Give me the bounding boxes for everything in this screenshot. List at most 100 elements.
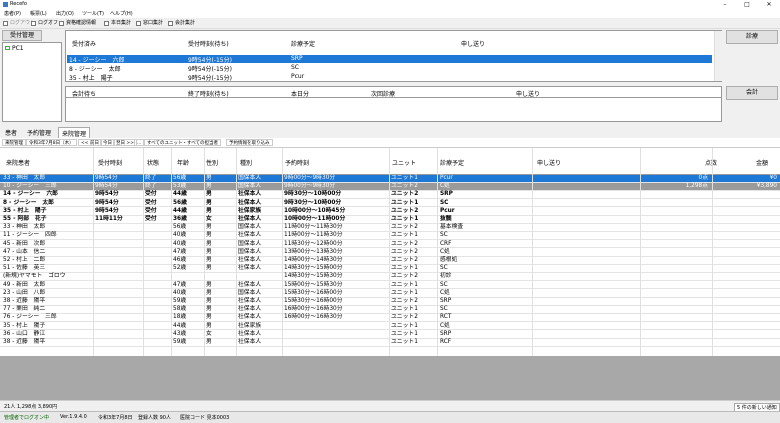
menu-forms[interactable]: 帳票(L) bbox=[30, 10, 47, 17]
cell-patient: 38 - 近藤 陽平 bbox=[3, 339, 46, 345]
table-row[interactable]: (新規)ヤマモト ゴロウ 14時30分～15時30分 ユニット2 初診 bbox=[0, 273, 780, 282]
nav-prev-day[interactable]: << 前日 bbox=[78, 139, 102, 146]
cell-insurance: 国保本人 bbox=[238, 175, 262, 181]
table-row[interactable]: 49 - 新田 太郎 47歳 男 社保本人 15時00分～15時30分 ユニット1 SC bbox=[0, 282, 780, 290]
table-row[interactable]: 51 - 佐藤 英三 52歳 男 社保本人 14時30分～15時00分 ユニット1 SC bbox=[0, 265, 780, 273]
col-notes[interactable]: 申し送り bbox=[537, 158, 561, 167]
accounting-total-button[interactable]: 会計集計 bbox=[167, 19, 195, 28]
cell-sex: 男 bbox=[206, 199, 212, 206]
cell-unit: ユニット1 bbox=[391, 232, 418, 239]
cell-plan: SC bbox=[440, 232, 448, 239]
cell-age: 18歳 bbox=[173, 314, 187, 321]
upper-row[interactable]: 35 - 村上 陽子 9時54分(-15分) Pcur bbox=[67, 73, 712, 82]
table-row[interactable]: 38 - 近藤 陽平 59歳 男 社保本人 15時30分～16時00分 ユニット2 SRP bbox=[0, 298, 780, 306]
col-insurance[interactable]: 種別 bbox=[240, 158, 252, 167]
col-reception-time[interactable]: 受付時刻 bbox=[98, 158, 122, 167]
clinic-code: 医院コード 見本0003 bbox=[180, 415, 230, 421]
cell-amount: ¥3,890 bbox=[756, 183, 777, 190]
table-row[interactable]: 35 - 村上 陽子 9時54分 受付 44歳 男 社保家族 10時00分～10時45分 ユニ… bbox=[0, 208, 780, 216]
cell-patient: 36 - 山口 静江 bbox=[3, 330, 46, 337]
table-row[interactable]: 33 - 神田 太郎 9時54分 終了 56歳 男 国保本人 9時00分～9時30分 ユニット… bbox=[0, 175, 780, 183]
upper-scrollbar[interactable] bbox=[714, 31, 722, 81]
pc-item[interactable]: PC1 bbox=[5, 45, 24, 52]
close-button[interactable]: ✕ bbox=[758, 0, 780, 9]
accounting-button[interactable]: 会計 bbox=[726, 86, 778, 100]
cell-reception-time: 9時54分 bbox=[95, 207, 119, 214]
cell-plan: SC bbox=[440, 199, 449, 206]
table-row[interactable]: 10 - ジーシー 三郎 9時54分 終了 53歳 男 国保本人 9時00分～9時30分 ユニ… bbox=[0, 183, 780, 191]
cell-patient: 45 - 新田 次郎 bbox=[3, 240, 46, 247]
upper-row[interactable]: 8 - ジーシー 太郎 9時54分(-15分) SC bbox=[67, 64, 712, 73]
tab-appointments[interactable]: 予約管理 bbox=[24, 127, 54, 138]
table-row[interactable]: 45 - 新田 次郎 40歳 男 国保本人 11時30分～12時00分 ユニット2 CRF bbox=[0, 241, 780, 249]
nav-date[interactable]: 令和3年7月8日（木） bbox=[26, 139, 77, 146]
table-row[interactable]: 76 - ジーシー 三郎 18歳 男 社保本人 16時00分～16時30分 ユニット2 RC… bbox=[0, 314, 780, 323]
cell-age: 56歳 bbox=[173, 224, 187, 231]
upper-row-selected[interactable]: 14 - ジーシー 六郎 9時54分(-15分) SRP bbox=[67, 55, 712, 64]
table-row[interactable]: 52 - 村上 二郎 46歳 男 社保本人 14時00分～14時30分 ユニット2 感根処 bbox=[0, 257, 780, 265]
cell-reception-time: 9時54分 bbox=[95, 199, 119, 206]
logoff-button[interactable]: ログオフ bbox=[30, 19, 58, 28]
cell-age: 56歳 bbox=[173, 175, 187, 181]
col-plan[interactable]: 診療予定 bbox=[440, 158, 464, 167]
cell-plan: Pcur bbox=[440, 175, 453, 181]
col-patient[interactable]: 来院患者 bbox=[6, 158, 30, 167]
cell-sex: 男 bbox=[206, 240, 212, 247]
counter-total-button[interactable]: 窓口集計 bbox=[135, 19, 163, 28]
table-row[interactable]: 77 - 栗田 純二 58歳 男 社保本人 16時00分～16時30分 ユニット1 SC bbox=[0, 306, 780, 314]
cell-unit: ユニット2 bbox=[391, 257, 418, 263]
col-points[interactable]: 点数 bbox=[705, 158, 717, 167]
menu-patient[interactable]: 患者(P) bbox=[4, 10, 21, 17]
unit-filter[interactable]: すべてのユニット・すべての担当者 bbox=[144, 139, 222, 146]
table-row[interactable]: 11 - ジーシー 四郎 40歳 男 社保本人 11時00分～11時30分 ユニット1 SC bbox=[0, 232, 780, 241]
eligibility-button[interactable]: 資格確認情報 bbox=[58, 19, 96, 28]
table-row[interactable]: 8 - ジーシー 太郎 9時54分 受付 56歳 男 社保本人 9時30分～10時00分 ユニ… bbox=[0, 200, 780, 208]
grid-column-divider bbox=[93, 148, 94, 356]
cell-age: 59歳 bbox=[173, 339, 187, 345]
table-row[interactable]: 35 - 村上 陽子 44歳 男 社保家族 ユニット1 C処 bbox=[0, 323, 780, 331]
cell-patient: 11 - ジーシー 四郎 bbox=[3, 232, 57, 239]
daily-total-button[interactable]: 本日集計 bbox=[103, 19, 131, 28]
col-amount[interactable]: 金額 bbox=[756, 158, 768, 167]
table-row[interactable]: 38 - 近藤 陽平 59歳 男 社保本人 ユニット1 RCF bbox=[0, 339, 780, 347]
cell-appointment: 10時00分～11時00分 bbox=[284, 216, 346, 222]
cell-points: 0点 bbox=[698, 175, 709, 181]
menu-output[interactable]: 出力(O) bbox=[56, 10, 74, 17]
cell-sex: 男 bbox=[206, 265, 212, 272]
table-row[interactable]: 36 - 山口 静江 43歳 女 社保本人 ユニット1 SRP bbox=[0, 331, 780, 339]
col-appointment[interactable]: 予約時刻 bbox=[285, 158, 309, 167]
cell-unit: ユニット1 bbox=[391, 175, 418, 181]
minimize-button[interactable]: – bbox=[714, 0, 736, 9]
col-sex[interactable]: 性別 bbox=[206, 158, 218, 167]
cell-status: 受付 bbox=[145, 191, 157, 198]
table-row[interactable]: 14 - ジーシー 六郎 9時54分 受付 44歳 男 社保本人 9時30分～10時00分 ユ… bbox=[0, 191, 780, 200]
menu-help[interactable]: ヘルプ(H) bbox=[110, 10, 133, 17]
cell-patient: 77 - 栗田 純二 bbox=[3, 306, 46, 313]
col-unit[interactable]: ユニット bbox=[392, 158, 416, 167]
exam-button[interactable]: 診療 bbox=[726, 30, 778, 44]
status-bar: 21人 1,298点 3,890円 5 件の新しい通知 bbox=[0, 400, 780, 412]
table-row[interactable]: 47 - 山本 信二 47歳 男 国保本人 13時00分～13時30分 ユニット2 C処 bbox=[0, 249, 780, 257]
registered-count: 登録人数 90人 bbox=[138, 415, 171, 421]
cell-unit: ユニット2 bbox=[391, 207, 419, 214]
table-row[interactable]: 55 - 阿部 花子 11時11分 受付 36歳 女 社保本人 10時00分～11時00分 ユ… bbox=[0, 216, 780, 224]
cell-plan: SRP bbox=[440, 330, 452, 337]
nav-more[interactable]: ... bbox=[134, 139, 145, 146]
col-status[interactable]: 状態 bbox=[147, 158, 159, 167]
cell-unit: ユニット2 bbox=[391, 298, 418, 304]
reception-panel: 受付済み 受付時刻(待ち) 診療予定 申し送り 14 - ジーシー 六郎 9時5… bbox=[65, 30, 722, 82]
login-status: 管理者でログオン中 bbox=[4, 415, 50, 421]
date-text: 令和3年7月8日 bbox=[98, 415, 133, 421]
reception-button[interactable]: 受付管理 bbox=[2, 30, 42, 41]
tab-patient[interactable]: 患者 bbox=[2, 127, 20, 138]
menu-tools[interactable]: ツール(T) bbox=[82, 10, 104, 17]
import-appointments-button[interactable]: 予約情報を取り込み bbox=[226, 139, 273, 146]
cell-insurance: 社保家族 bbox=[238, 207, 262, 214]
table-row[interactable]: 23 - 山田 八郎 40歳 男 国保本人 15時30分～16時00分 ユニット1 C処 bbox=[0, 290, 780, 298]
menu-bar: 患者(P) 帳票(L) 出力(O) ツール(T) ヘルプ(H) bbox=[0, 9, 780, 18]
cell-sex: 男 bbox=[206, 257, 212, 263]
maximize-button[interactable]: □ bbox=[736, 0, 758, 9]
table-row[interactable]: 33 - 神田 太郎 56歳 男 国保本人 11時00分～11時30分 ユニット2 基本検査 bbox=[0, 224, 780, 232]
cell-appointment: 16時00分～16時30分 bbox=[284, 306, 343, 313]
col-age[interactable]: 年齢 bbox=[177, 158, 189, 167]
